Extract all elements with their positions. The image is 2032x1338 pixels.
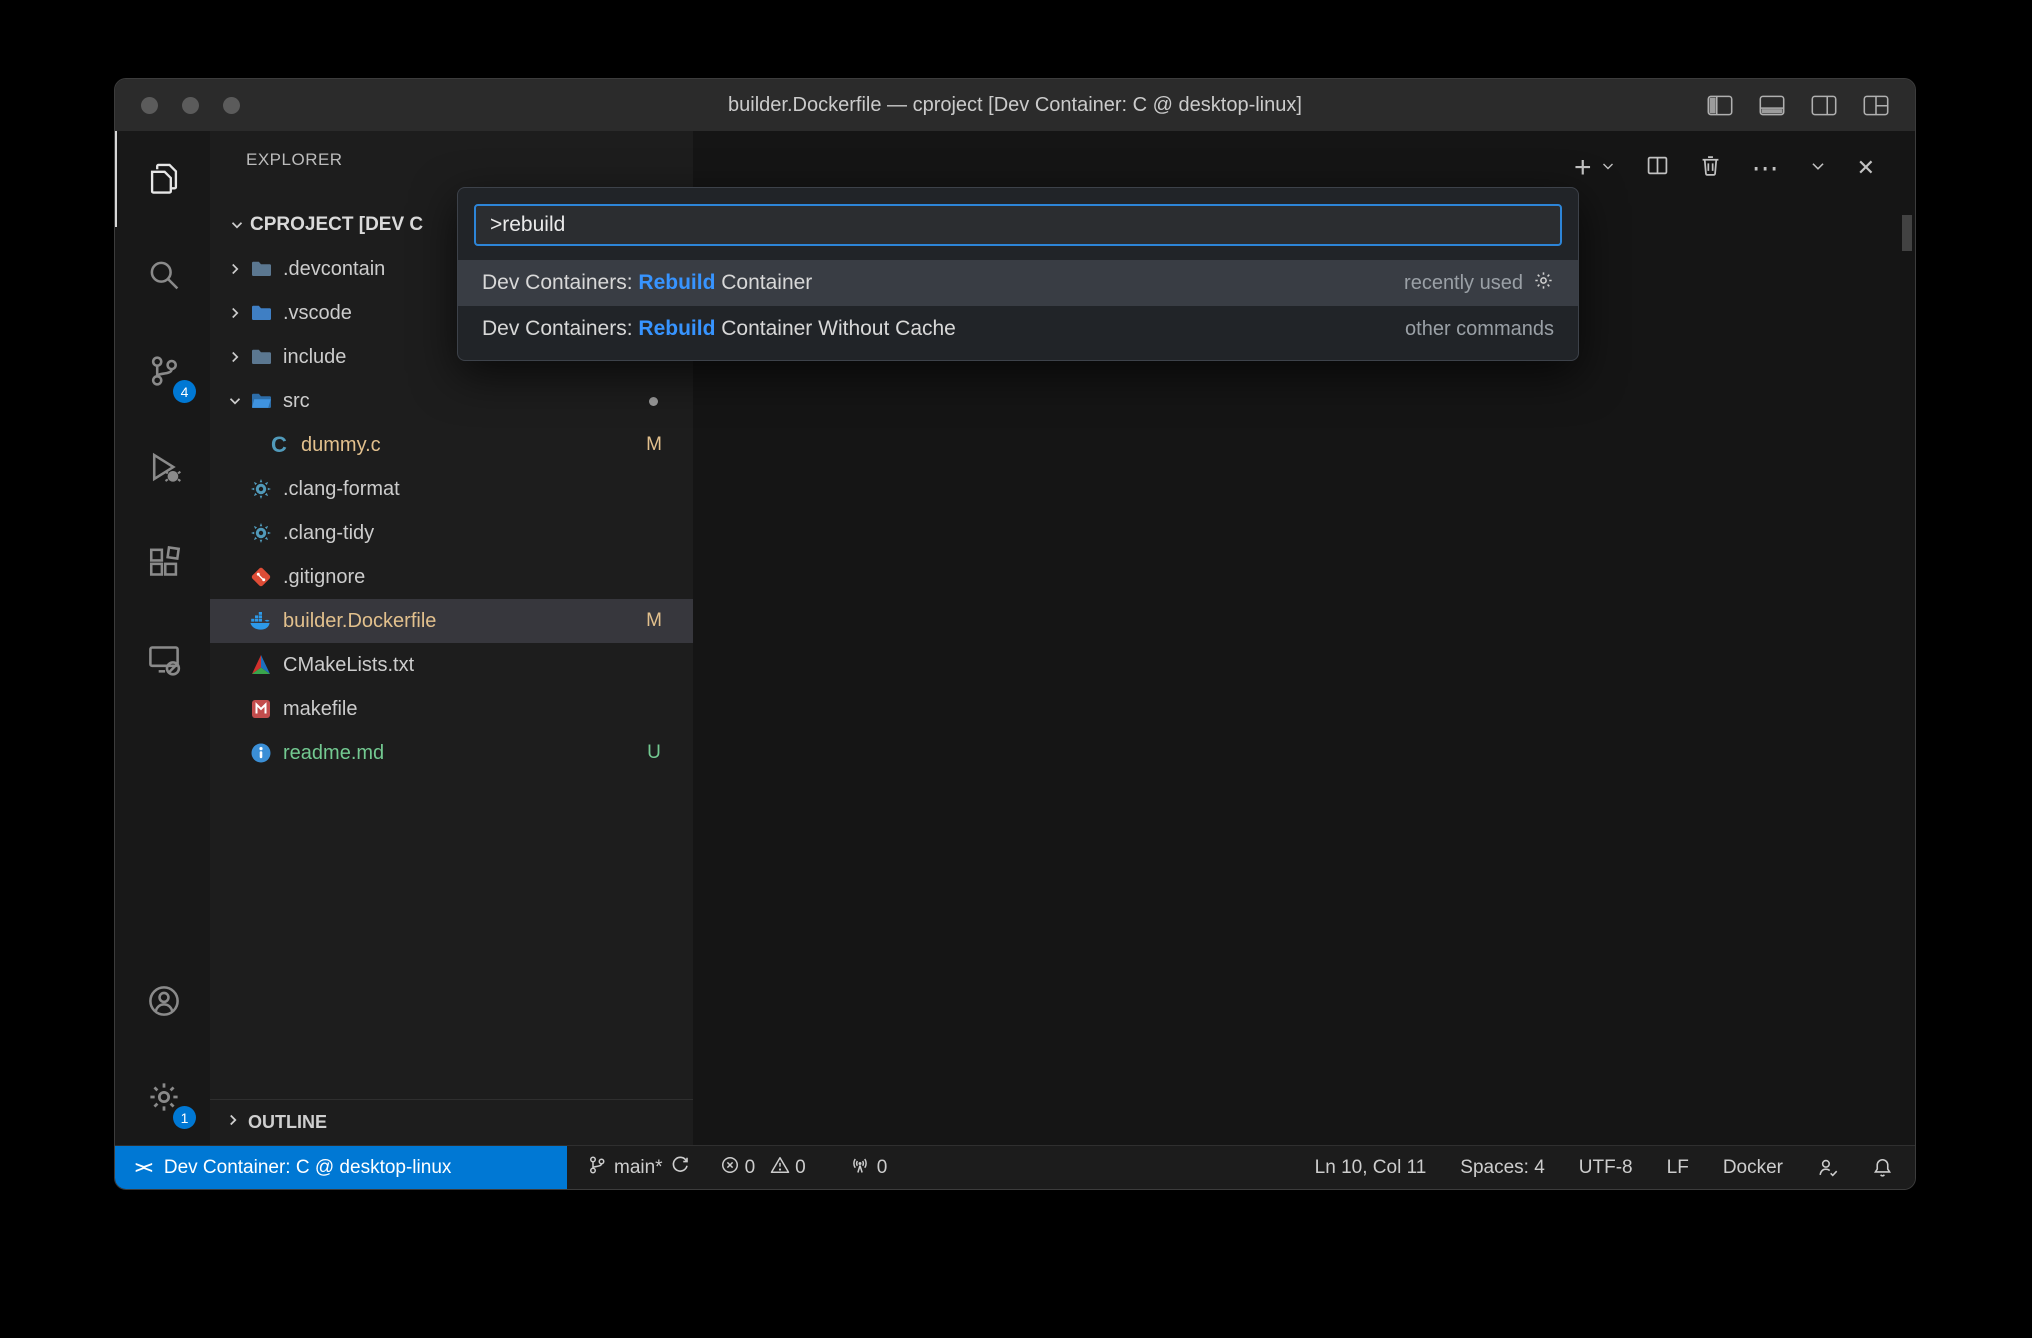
tree-item-readme[interactable]: readme.md U: [210, 731, 693, 775]
files-icon: [147, 162, 181, 196]
new-terminal-icon[interactable]: +: [1574, 153, 1592, 183]
scm-badge: 4: [173, 380, 196, 403]
error-icon: [720, 1155, 740, 1181]
radio-tower-icon: [850, 1155, 870, 1181]
chevron-down-icon: [222, 392, 248, 410]
chevron-right-icon: [222, 304, 248, 322]
tree-item-cmakelists[interactable]: CMakeLists.txt: [210, 643, 693, 687]
configure-keybinding-gear-icon[interactable]: [1533, 270, 1554, 297]
customize-layout-icon[interactable]: [1863, 95, 1889, 116]
git-status-badge: M: [643, 434, 665, 456]
activity-run-debug[interactable]: [115, 419, 210, 515]
close-panel-icon[interactable]: ✕: [1857, 157, 1875, 179]
indentation-status[interactable]: Spaces: 4: [1460, 1157, 1545, 1179]
chevron-down-icon: [224, 216, 250, 234]
language-mode[interactable]: Docker: [1723, 1157, 1783, 1179]
activity-source-control[interactable]: 4: [115, 323, 210, 419]
toggle-panel-icon[interactable]: [1759, 95, 1785, 116]
folder-icon: [248, 300, 274, 326]
tree-item-clang-format[interactable]: .clang-format: [210, 467, 693, 511]
tree-item-dummy-c[interactable]: C dummy.c M: [210, 423, 693, 467]
activity-extensions[interactable]: [115, 515, 210, 611]
command-meta-label: other commands: [1405, 318, 1554, 341]
maximize-window-button[interactable]: [223, 97, 240, 114]
sync-icon: [670, 1155, 690, 1181]
toggle-primary-sidebar-icon[interactable]: [1707, 95, 1733, 116]
git-branch-status[interactable]: main*: [587, 1155, 690, 1181]
tree-item-src[interactable]: src: [210, 379, 693, 423]
gear-file-icon: [248, 520, 274, 546]
modified-dot: [649, 397, 658, 406]
vscode-window: builder.Dockerfile — cproject [Dev Conta…: [114, 78, 1916, 1190]
remote-explorer-icon: [147, 642, 181, 676]
search-icon: [147, 258, 181, 292]
git-status-badge: U: [643, 742, 665, 764]
command-meta-label: recently used: [1404, 272, 1523, 295]
status-bar: >< Dev Container: C @ desktop-linux main…: [115, 1145, 1915, 1189]
command-results: Dev Containers: Rebuild Container recent…: [458, 260, 1578, 352]
title-bar: builder.Dockerfile — cproject [Dev Conta…: [115, 79, 1915, 131]
chevron-right-icon: [224, 1111, 242, 1134]
account-icon: [147, 984, 181, 1018]
remote-label: Dev Container: C @ desktop-linux: [164, 1157, 452, 1179]
chevron-right-icon: [222, 348, 248, 366]
info-file-icon: [248, 740, 274, 766]
close-window-button[interactable]: [141, 97, 158, 114]
remote-icon: ><: [135, 1158, 154, 1178]
encoding-status[interactable]: UTF-8: [1579, 1157, 1633, 1179]
trash-icon[interactable]: [1699, 154, 1722, 182]
chevron-right-icon: [222, 260, 248, 278]
activity-settings[interactable]: 1: [115, 1049, 210, 1145]
activity-bar: 4: [115, 131, 210, 1145]
command-item-rebuild-container[interactable]: Dev Containers: Rebuild Container recent…: [458, 260, 1578, 306]
activity-search[interactable]: [115, 227, 210, 323]
git-status-badge: M: [643, 610, 665, 632]
feedback-person-icon[interactable]: [1817, 1157, 1838, 1178]
tree-item-makefile[interactable]: makefile: [210, 687, 693, 731]
activity-explorer[interactable]: [115, 131, 210, 227]
extensions-icon: [147, 546, 181, 580]
command-input[interactable]: >rebuild: [474, 204, 1562, 246]
panel-chevron-down-icon[interactable]: [1809, 157, 1827, 180]
cmake-file-icon: [248, 652, 274, 678]
tree-item-gitignore[interactable]: .gitignore: [210, 555, 693, 599]
split-editor-icon[interactable]: [1646, 154, 1669, 182]
toggle-secondary-sidebar-icon[interactable]: [1811, 95, 1837, 116]
activity-account[interactable]: [115, 953, 210, 1049]
folder-icon: [248, 256, 274, 282]
git-file-icon: [248, 564, 274, 590]
run-debug-icon: [147, 450, 181, 484]
tree-item-builder-dockerfile[interactable]: builder.Dockerfile M: [210, 599, 693, 643]
branch-icon: [587, 1155, 607, 1181]
traffic-lights: [141, 79, 240, 131]
makefile-icon: [248, 696, 274, 722]
more-actions-icon[interactable]: ⋯: [1752, 155, 1779, 182]
c-file-icon: C: [266, 432, 292, 458]
command-palette: >rebuild Dev Containers: Rebuild Contain…: [457, 187, 1579, 361]
notifications-bell-icon[interactable]: [1872, 1157, 1893, 1178]
window-title: builder.Dockerfile — cproject [Dev Conta…: [728, 94, 1302, 117]
warning-icon: [770, 1155, 790, 1181]
folder-open-icon: [248, 388, 274, 414]
minimize-window-button[interactable]: [182, 97, 199, 114]
activity-remote-explorer[interactable]: [115, 611, 210, 707]
sidebar-title: EXPLORER: [210, 131, 693, 189]
problems-status[interactable]: 0 0: [720, 1155, 816, 1181]
scrollbar-thumb[interactable]: [1902, 215, 1912, 251]
panel-toolbar: + ⋯ ✕: [1574, 153, 1875, 183]
outline-section[interactable]: OUTLINE: [210, 1099, 693, 1145]
cursor-position[interactable]: Ln 10, Col 11: [1315, 1157, 1427, 1179]
ports-status[interactable]: 0: [850, 1155, 888, 1181]
docker-file-icon: [248, 608, 274, 634]
remote-indicator[interactable]: >< Dev Container: C @ desktop-linux: [115, 1146, 567, 1189]
folder-icon: [248, 344, 274, 370]
eol-status[interactable]: LF: [1667, 1157, 1689, 1179]
tree-item-clang-tidy[interactable]: .clang-tidy: [210, 511, 693, 555]
command-item-rebuild-without-cache[interactable]: Dev Containers: Rebuild Container Withou…: [458, 306, 1578, 352]
launch-profile-chevron-icon[interactable]: [1600, 158, 1616, 179]
gear-file-icon: [248, 476, 274, 502]
settings-badge: 1: [173, 1106, 196, 1129]
